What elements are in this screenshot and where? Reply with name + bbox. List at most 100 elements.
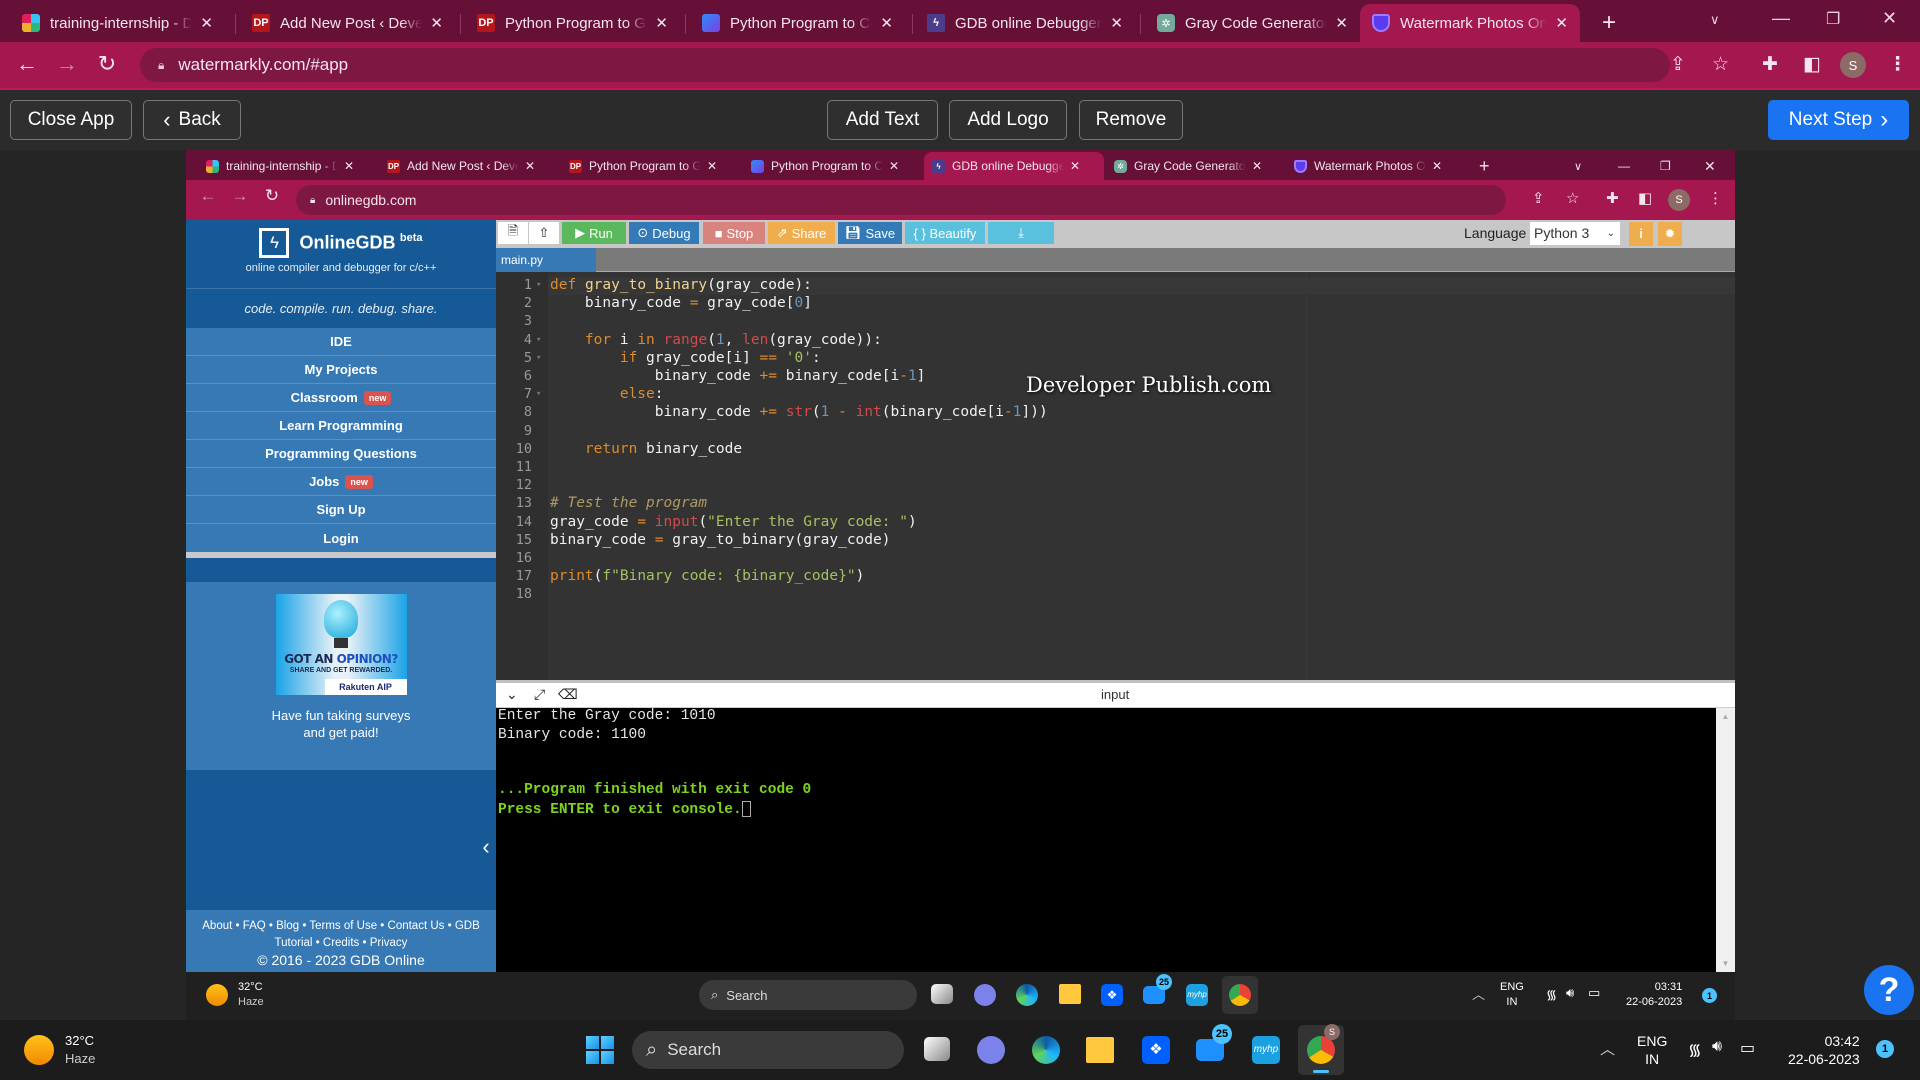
add-text-button[interactable]: Add Text (827, 100, 938, 140)
language-indicator[interactable]: ENG IN (1637, 1032, 1667, 1068)
dp-icon: DP (387, 159, 400, 173)
close-tab-icon[interactable]: ✕ (200, 14, 213, 32)
tab-python-program-co[interactable]: Python Program to Co ✕ (690, 4, 905, 42)
tray-chevron-up-icon: ︿ (1472, 987, 1486, 1002)
debug-label: Debug (652, 225, 691, 241)
close-tab-icon[interactable]: ✕ (1555, 14, 1568, 32)
footer-links: Tutorial • Credits • Privacy (274, 937, 408, 949)
edge-icon[interactable] (1032, 1036, 1060, 1064)
tab-training-internship[interactable]: training-internship - D ✕ (10, 4, 225, 42)
add-text-label: Add Text (845, 109, 920, 130)
tab-watermark-photos[interactable]: Watermark Photos On ✕ (1360, 4, 1580, 42)
gdb-toolbar: 🗎︎ ⇧ ▶ Run ⊙ Debug ■ Stop ⇗ Share 💾︎ Save { }… (496, 220, 1735, 248)
wifi-icon[interactable]: ᯾ (1688, 1038, 1702, 1060)
clock[interactable]: 03:42 22-06-2023 (1788, 1032, 1860, 1068)
file-explorer-icon[interactable] (1086, 1037, 1114, 1063)
dropbox-icon[interactable]: ❖ (1142, 1036, 1170, 1064)
forward-arrow-icon: → (231, 186, 249, 205)
code-editor: 1 ▾ 2 3 4 ▾ 5 ▾ 6 7 ▾ 8 9 10 11 12 13 14 15 16 17 18 def gray… (496, 272, 1735, 680)
code-line: def gray_to_binary(gray_code): (550, 277, 812, 293)
remove-button[interactable]: Remove (1079, 100, 1183, 140)
volume-icon[interactable]: 🔊︎ (1712, 1038, 1722, 1056)
myhp-icon: myhp (1186, 984, 1208, 1006)
forward-arrow-icon[interactable]: → (53, 51, 81, 77)
reload-icon[interactable]: ↻ (93, 51, 121, 77)
new-badge: new (345, 474, 373, 489)
volume-icon: 🔊︎ (1566, 985, 1575, 1000)
ad-sponsor: Rakuten AIP (324, 679, 407, 695)
lightning-icon: ϟ (932, 159, 945, 173)
close-tab-icon[interactable]: ✕ (1110, 14, 1123, 32)
weather-haze-icon (206, 984, 228, 1006)
help-button[interactable]: ? (1864, 965, 1914, 1015)
console-line: Binary code: 1100 (498, 726, 646, 743)
teams-chat-icon[interactable] (977, 1036, 1005, 1064)
app-toolbar: Close App ‹ Back Add Text Add Logo Remove… (0, 88, 1920, 150)
close-tab-icon[interactable]: ✕ (1335, 14, 1348, 32)
minimize-icon[interactable]: — (1772, 8, 1790, 29)
tab-add-new-post[interactable]: DP Add New Post ‹ Devel ✕ (240, 4, 455, 42)
taskbar-search[interactable]: ⌕ Search (632, 1031, 904, 1069)
address-bar[interactable]: 🔒︎ watermarkly.com/#app (140, 48, 1670, 82)
brand-subtitle: online compiler and debugger for c/c++ (245, 262, 437, 274)
tab-title: GDB online Debugger (952, 159, 1064, 173)
menu-kebab-icon[interactable]: ⋮ (1888, 53, 1907, 76)
windows-start-icon[interactable] (586, 1036, 614, 1064)
close-tab-icon[interactable]: ✕ (430, 14, 443, 32)
close-app-button[interactable]: Close App (10, 100, 132, 140)
nav-jobs: Jobs new (186, 468, 496, 496)
fold-arrow-icon: ▾ (536, 334, 542, 345)
info-icon: i (1629, 222, 1653, 246)
teams-chat-icon (974, 984, 996, 1006)
next-step-button[interactable]: Next Step › (1768, 100, 1909, 140)
preview-tab: ✲ Gray Code Generator. ✕ (1106, 152, 1281, 180)
watermark-text[interactable]: Developer Publish.com (1026, 373, 1271, 397)
share-icon[interactable]: ⇪ (1670, 53, 1686, 76)
tab-python-program-ge[interactable]: DP Python Program to Ge ✕ (465, 4, 680, 42)
notification-badge[interactable]: 1 (1876, 1040, 1894, 1058)
side-panel-icon[interactable]: ◧ (1803, 53, 1821, 76)
nav-programming-questions: Programming Questions (186, 440, 496, 468)
task-view-icon[interactable] (924, 1037, 950, 1061)
shield-icon (1372, 14, 1390, 32)
share-label: Share (791, 225, 827, 241)
profile-avatar[interactable]: S (1840, 52, 1866, 78)
tray-chevron-up-icon[interactable]: ︿ (1600, 1038, 1615, 1059)
close-tab-icon: ✕ (344, 159, 355, 173)
tab-divider (235, 14, 236, 34)
url-text: onlinegdb.com (325, 192, 417, 208)
tab-divider (1140, 14, 1141, 34)
weather-haze-icon[interactable] (24, 1035, 54, 1065)
ad-headline: GOT AN OPINION? (276, 652, 407, 666)
preview-tab: Python Program to Co ✕ (743, 152, 923, 180)
beautify-label: { } Beautify (913, 225, 977, 241)
close-tab-icon[interactable]: ✕ (880, 14, 893, 32)
myhp-icon[interactable]: myhp (1252, 1036, 1280, 1064)
tab-gray-code-generator[interactable]: ✲ Gray Code Generator. ✕ (1145, 4, 1360, 42)
line-number: 8 (523, 404, 532, 421)
tab-divider (685, 14, 686, 34)
tab-gdb-online[interactable]: ϟ GDB online Debugger ✕ (915, 4, 1135, 42)
menu-kebab-icon: ⋮ (1708, 190, 1723, 207)
close-tab-icon[interactable]: ✕ (655, 14, 668, 32)
watermark-preview-image[interactable]: training-internship - D ✕ DP Add New Post … (186, 150, 1735, 1020)
code-line: for i in range(1, len(gray_code)): (584, 331, 882, 348)
add-logo-button[interactable]: Add Logo (949, 100, 1067, 140)
next-step-label: Next Step (1788, 109, 1873, 130)
restore-icon[interactable]: ❐ (1826, 9, 1840, 29)
battery-icon[interactable]: ▭ (1740, 1038, 1755, 1058)
tab-search-chevron-icon[interactable]: ∨ (1710, 12, 1720, 28)
back-button[interactable]: ‹ Back (143, 100, 241, 140)
back-label: Back (178, 109, 221, 130)
close-window-icon[interactable]: ✕ (1882, 8, 1897, 29)
brand-name: OnlineGDB (299, 232, 396, 253)
back-arrow-icon[interactable]: ← (13, 51, 41, 77)
save-label: Save (865, 225, 896, 241)
ad-headline-a: GOT AN (284, 652, 337, 666)
extensions-puzzle-icon[interactable]: ✚ (1762, 53, 1778, 76)
new-tab-button[interactable]: + (1590, 4, 1630, 42)
bookmark-star-icon[interactable]: ☆ (1712, 53, 1729, 76)
weather-widget[interactable]: 32°C Haze (65, 1032, 95, 1068)
code-line: binary_code += binary_code[i-1] (550, 368, 926, 384)
preview-tab: training-internship - D ✕ (198, 152, 373, 180)
